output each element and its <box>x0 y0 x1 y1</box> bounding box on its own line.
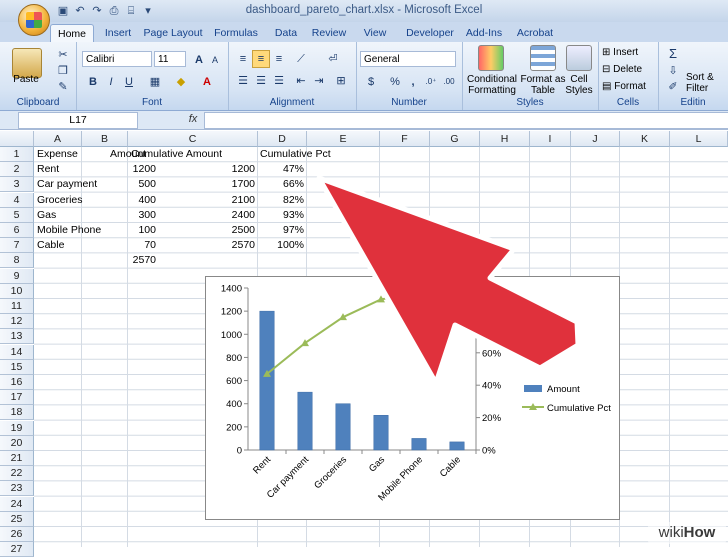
office-button[interactable] <box>18 4 50 36</box>
watermark-suffix: How <box>683 524 716 541</box>
office-logo-icon <box>26 12 42 28</box>
wikihow-watermark: wikiHow <box>648 522 726 544</box>
annotation-overlay <box>316 175 581 386</box>
watermark-prefix: wiki <box>658 524 684 541</box>
red-arrow-annotation <box>316 175 581 386</box>
